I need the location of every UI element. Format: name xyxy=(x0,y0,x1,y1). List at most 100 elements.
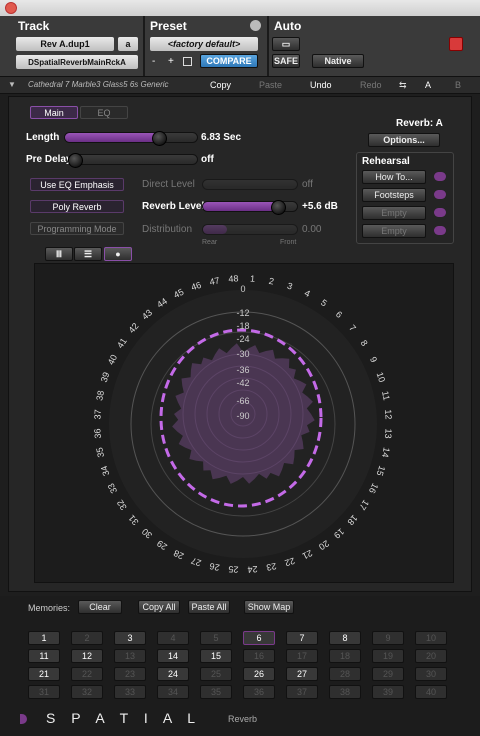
memory-slot[interactable]: 23 xyxy=(114,667,146,681)
channel-label: 18 xyxy=(345,513,359,527)
memory-slot[interactable]: 4 xyxy=(157,631,189,645)
tab-eq[interactable]: EQ xyxy=(80,106,128,119)
copy-button[interactable]: Copy xyxy=(210,80,231,90)
memory-slot[interactable]: 27 xyxy=(286,667,318,681)
memory-slot[interactable]: 9 xyxy=(372,631,404,645)
compare-button[interactable]: COMPARE xyxy=(200,54,258,68)
memory-slot[interactable]: 2 xyxy=(71,631,103,645)
memory-slot[interactable]: 15 xyxy=(200,649,232,663)
length-slider[interactable] xyxy=(64,132,198,143)
channel-label: 4 xyxy=(303,288,312,299)
memory-slot[interactable]: 19 xyxy=(372,649,404,663)
memory-slot[interactable]: 37 xyxy=(286,685,318,699)
memory-slot[interactable]: 32 xyxy=(71,685,103,699)
memory-slot[interactable]: 13 xyxy=(114,649,146,663)
memory-slot[interactable]: 20 xyxy=(415,649,447,663)
rehearsal-menu-icon[interactable] xyxy=(434,190,446,199)
memory-slot[interactable]: 5 xyxy=(200,631,232,645)
memory-slot[interactable]: 40 xyxy=(415,685,447,699)
native-button[interactable]: Native xyxy=(312,54,364,68)
rehearsal-empty[interactable]: Empty xyxy=(362,206,426,220)
predelay-knob[interactable] xyxy=(68,153,83,168)
setting-a-button[interactable]: A xyxy=(425,80,431,90)
redo-button[interactable]: Redo xyxy=(360,80,382,90)
plugin-insert-dropdown[interactable]: DSpatialReverbMainRckA xyxy=(16,55,138,69)
list-view-icon[interactable]: ☰ xyxy=(74,247,102,261)
rehearsal-menu-icon[interactable] xyxy=(434,172,446,181)
rehearsal-how-to[interactable]: How To... xyxy=(362,170,426,184)
db-scale-label: -42 xyxy=(236,378,249,388)
rehearsal-footsteps[interactable]: Footsteps xyxy=(362,188,426,202)
memory-slot[interactable]: 10 xyxy=(415,631,447,645)
rehearsal-menu-icon[interactable] xyxy=(434,208,446,217)
preset-library-icon[interactable] xyxy=(183,57,192,66)
eq-emphasis-button[interactable]: Use EQ Emphasis xyxy=(30,178,124,191)
rehearsal-menu-icon[interactable] xyxy=(434,226,446,235)
memory-slot[interactable]: 39 xyxy=(372,685,404,699)
memory-slot[interactable]: 25 xyxy=(200,667,232,681)
divider xyxy=(267,16,269,76)
preset-dropdown[interactable]: <factory default> xyxy=(150,37,258,51)
poly-reverb-button[interactable]: Poly Reverb xyxy=(30,200,124,213)
bars-view-icon[interactable]: Ⅲ xyxy=(45,247,73,261)
rehearsal-empty[interactable]: Empty xyxy=(362,224,426,238)
swap-ab-icon[interactable]: ⇆ xyxy=(399,80,407,91)
direct-level-slider[interactable] xyxy=(202,179,298,190)
memory-slot[interactable]: 7 xyxy=(286,631,318,645)
memory-slot[interactable]: 16 xyxy=(243,649,275,663)
length-knob[interactable] xyxy=(151,131,167,146)
db-scale-label: -36 xyxy=(236,365,249,375)
options-button[interactable]: Options... xyxy=(368,133,440,147)
plugin-header: Track Preset Auto Rev A.dup1 a DSpatialR… xyxy=(0,16,480,77)
memory-slot[interactable]: 33 xyxy=(114,685,146,699)
memory-slot[interactable]: 6 xyxy=(243,631,275,645)
memory-slot[interactable]: 36 xyxy=(243,685,275,699)
bypass-power-icon[interactable] xyxy=(449,37,463,51)
memory-slot[interactable]: 14 xyxy=(157,649,189,663)
memory-slot[interactable]: 21 xyxy=(28,667,60,681)
memory-slot[interactable]: 22 xyxy=(71,667,103,681)
automation-icon[interactable]: ▭ xyxy=(272,37,300,51)
db-scale-label: -24 xyxy=(236,334,249,344)
distribution-slider[interactable] xyxy=(202,224,298,235)
radar-svg[interactable]: 0-12-18-24-30-36-42-66-901 2 3456789101112… xyxy=(35,264,453,582)
memory-slot[interactable]: 17 xyxy=(286,649,318,663)
direct-level-value: off xyxy=(302,179,313,190)
reverb-level-knob[interactable] xyxy=(270,200,286,215)
memory-slot[interactable]: 26 xyxy=(243,667,275,681)
memory-slot[interactable]: 11 xyxy=(28,649,60,663)
previous-preset-button[interactable]: - xyxy=(152,56,155,67)
paste-button[interactable]: Paste xyxy=(259,80,282,90)
memory-slot[interactable]: 18 xyxy=(329,649,361,663)
memory-slot[interactable]: 38 xyxy=(329,685,361,699)
safe-button[interactable]: SAFE xyxy=(272,54,300,68)
copy-all-button[interactable]: Copy All xyxy=(138,600,180,614)
clear-button[interactable]: Clear xyxy=(78,600,122,614)
track-channel-dropdown[interactable]: a xyxy=(118,37,138,51)
memory-slot[interactable]: 8 xyxy=(329,631,361,645)
memory-slot[interactable]: 12 xyxy=(71,649,103,663)
circle-view-icon[interactable]: ● xyxy=(104,247,132,261)
memory-slot[interactable]: 28 xyxy=(329,667,361,681)
predelay-slider[interactable] xyxy=(68,154,198,165)
memory-slot[interactable]: 3 xyxy=(114,631,146,645)
memory-slot[interactable]: 30 xyxy=(415,667,447,681)
memory-slot[interactable]: 24 xyxy=(157,667,189,681)
paste-all-button[interactable]: Paste All xyxy=(188,600,230,614)
tab-main[interactable]: Main xyxy=(30,106,78,119)
programming-mode-button[interactable]: Programming Mode xyxy=(30,222,124,235)
preset-path[interactable]: Cathedral 7 Marble3 Glass5 6s Generic xyxy=(28,80,169,89)
setting-b-button[interactable]: B xyxy=(455,80,461,90)
memory-slot[interactable]: 1 xyxy=(28,631,60,645)
next-preset-button[interactable]: + xyxy=(168,56,174,67)
show-map-button[interactable]: Show Map xyxy=(244,600,294,614)
memory-slot[interactable]: 34 xyxy=(157,685,189,699)
memory-slot[interactable]: 31 xyxy=(28,685,60,699)
track-name-dropdown[interactable]: Rev A.dup1 xyxy=(16,37,114,51)
rear-label: Rear xyxy=(202,239,218,246)
memory-slot[interactable]: 35 xyxy=(200,685,232,699)
preset-menu-icon[interactable] xyxy=(250,20,261,31)
undo-button[interactable]: Undo xyxy=(310,80,332,90)
memory-slot[interactable]: 29 xyxy=(372,667,404,681)
close-window-button[interactable] xyxy=(5,2,17,14)
